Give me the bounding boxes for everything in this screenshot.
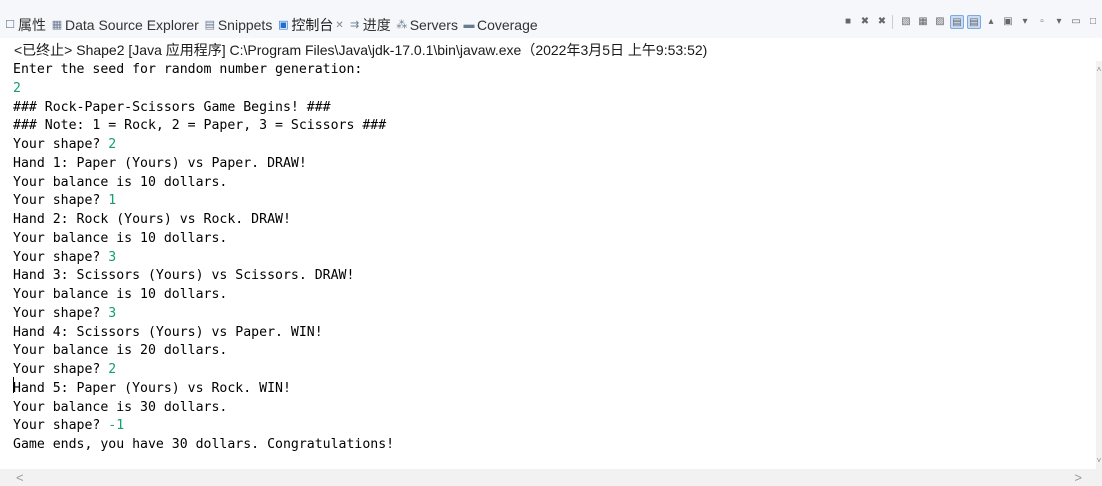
terminate-icon[interactable]: ■ <box>841 15 855 29</box>
user-input: 2 <box>13 80 21 96</box>
vertical-scrollbar[interactable]: ˄ ˅ <box>1096 61 1102 469</box>
console-text: Your balance is 10 dollars. <box>13 230 228 246</box>
remove-all-terminated-icon[interactable]: ✖ <box>875 15 889 29</box>
tab-data-source-explorer[interactable]: ▦ Data Source Explorer <box>51 15 199 35</box>
console-line: Your balance is 10 dollars. <box>0 286 1096 305</box>
text-caret <box>13 377 14 393</box>
remove-launch-icon[interactable]: ✖ <box>858 15 872 29</box>
close-tab-icon[interactable]: ✕ <box>335 20 343 31</box>
user-input: 1 <box>108 193 117 209</box>
console-text: Your shape? <box>13 305 109 321</box>
console-line: Your shape? 2 <box>0 136 1096 155</box>
toolbar-separator <box>892 15 893 29</box>
tab-properties[interactable]: ☐ 属性 <box>4 15 46 35</box>
tab-label: Data Source Explorer <box>65 17 199 33</box>
console-text: Your balance is 30 dollars. <box>13 399 228 415</box>
tab-coverage[interactable]: ▬ Coverage <box>463 15 538 35</box>
word-wrap-icon[interactable]: ▦ <box>916 15 930 29</box>
console-line: Your shape? 3 <box>0 249 1096 268</box>
console-text: Your shape? <box>13 362 109 377</box>
console-line: Your balance is 30 dollars. <box>0 399 1096 418</box>
console-text: Hand 2: Rock (Yours) vs Rock. DRAW! <box>13 212 291 227</box>
view-tabs: ☐ 属性 ▦ Data Source Explorer ▤ Snippets ▣ 控制台 ✕ ⇉ 进… <box>4 15 543 35</box>
data-source-explorer-icon: ▦ <box>51 19 63 31</box>
tab-label: 控制台 <box>291 17 334 33</box>
console-line: ### Rock-Paper-Scissors Game Begins! ### <box>0 99 1096 118</box>
scroll-left-icon[interactable]: < <box>16 470 24 485</box>
console-status-line: <已终止> Shape2 [Java 应用程序] C:\Program File… <box>14 42 708 58</box>
user-input: 3 <box>108 305 117 321</box>
console-text: ### Rock-Paper-Scissors Game Begins! ### <box>13 99 331 115</box>
console-toolbar-icons: ■ ✖ ✖ ▧ ▦ ▨ ▤ ▤ ▴ ▣ ▾ ▫ ▾ ▭ □ <box>838 14 1100 30</box>
console-line: Hand 5: Paper (Yours) vs Rock. WIN! <box>0 380 1096 399</box>
display-console-icon[interactable]: ▣ <box>1001 15 1015 29</box>
scroll-right-icon[interactable]: > <box>1074 470 1082 485</box>
console-text: Your balance is 10 dollars. <box>13 287 228 302</box>
console-text: Your shape? <box>13 137 109 152</box>
console-text: Hand 1: Paper (Yours) vs Paper. DRAW! <box>13 155 307 171</box>
console-text: Hand 5: Paper (Yours) vs Rock. WIN! <box>13 380 291 396</box>
console-text: Your shape? <box>13 193 109 209</box>
maximize-icon[interactable]: □ <box>1086 15 1100 29</box>
console-text: Your balance is 10 dollars. <box>13 174 228 190</box>
view-toolbar: ☐ 属性 ▦ Data Source Explorer ▤ Snippets ▣ 控制台 ✕ ⇉ 进… <box>0 0 1102 38</box>
console-line: Your shape? 2 <box>0 361 1096 380</box>
console-output[interactable]: Enter the seed for random number generat… <box>0 61 1096 469</box>
tab-snippets[interactable]: ▤ Snippets <box>204 15 273 35</box>
console-line: Your shape? 3 <box>0 305 1096 324</box>
show-on-stderr-icon[interactable]: ▤ <box>967 15 981 29</box>
console-line: Your balance is 20 dollars. <box>0 342 1096 361</box>
console-text: Hand 4: Scissors (Yours) vs Paper. WIN! <box>13 324 323 340</box>
console-line: Hand 2: Rock (Yours) vs Rock. DRAW! <box>0 211 1096 230</box>
tab-progress[interactable]: ⇉ 进度 <box>349 15 391 35</box>
coverage-icon: ▬ <box>463 19 475 31</box>
tab-label: 属性 <box>18 17 46 33</box>
console-icon: ▣ <box>278 19 289 31</box>
tab-console[interactable]: ▣ 控制台 ✕ <box>277 15 344 35</box>
console-line: Hand 4: Scissors (Yours) vs Paper. WIN! <box>0 324 1096 343</box>
horizontal-scrollbar[interactable]: < > <box>0 469 1102 486</box>
snippets-icon: ▤ <box>204 19 216 31</box>
console-line: Your balance is 10 dollars. <box>0 174 1096 193</box>
open-console-icon[interactable]: ▫ <box>1035 15 1049 29</box>
console-line: Your balance is 10 dollars. <box>0 230 1096 249</box>
tab-label: Coverage <box>476 17 538 33</box>
console-line: Your shape? -1 <box>0 417 1096 436</box>
user-input: 2 <box>108 137 117 152</box>
console-line: 2 <box>0 80 1096 99</box>
console-line: Hand 3: Scissors (Yours) vs Scissors. DR… <box>0 267 1096 286</box>
console-text: Your balance is 20 dollars. <box>13 343 228 359</box>
user-input: 3 <box>108 249 117 265</box>
console-text: Enter the seed for random number generat… <box>13 62 363 77</box>
console-line: ### Note: 1 = Rock, 2 = Paper, 3 = Sciss… <box>0 117 1096 136</box>
pin-console-icon[interactable]: ▴ <box>984 15 998 29</box>
tab-label: Servers <box>409 17 458 33</box>
user-input: -1 <box>108 418 125 434</box>
tab-label: 进度 <box>362 17 391 33</box>
console-text: Your shape? <box>13 249 109 265</box>
clear-console-icon[interactable]: ▨ <box>933 15 947 29</box>
progress-icon: ⇉ <box>350 19 360 31</box>
console-line: Your shape? 1 <box>0 192 1096 211</box>
console-line: Hand 1: Paper (Yours) vs Paper. DRAW! <box>0 155 1096 174</box>
tab-servers[interactable]: ⁂ Servers <box>396 15 458 35</box>
user-input: 2 <box>108 362 117 377</box>
open-console-dropdown-icon[interactable]: ▾ <box>1052 15 1066 29</box>
console-text: Hand 3: Scissors (Yours) vs Scissors. DR… <box>13 268 355 284</box>
dropdown-chevron-icon[interactable]: ▾ <box>1018 15 1032 29</box>
scroll-up-icon[interactable]: ˄ <box>1096 65 1102 74</box>
scroll-lock-icon[interactable]: ▧ <box>899 15 913 29</box>
console-line: Game ends, you have 30 dollars. Congratu… <box>0 436 1096 455</box>
scroll-down-icon[interactable]: ˅ <box>1096 456 1102 465</box>
console-text: Your shape? <box>13 418 109 434</box>
console-line: Enter the seed for random number generat… <box>0 61 1096 80</box>
console-text: ### Note: 1 = Rock, 2 = Paper, 3 = Sciss… <box>13 118 387 134</box>
properties-icon: ☐ <box>5 19 15 31</box>
show-on-stdout-icon[interactable]: ▤ <box>950 15 964 29</box>
servers-icon: ⁂ <box>396 19 408 31</box>
minimize-icon[interactable]: ▭ <box>1069 15 1083 29</box>
tab-label: Snippets <box>217 17 273 33</box>
console-text: Game ends, you have 30 dollars. Congratu… <box>13 437 395 452</box>
